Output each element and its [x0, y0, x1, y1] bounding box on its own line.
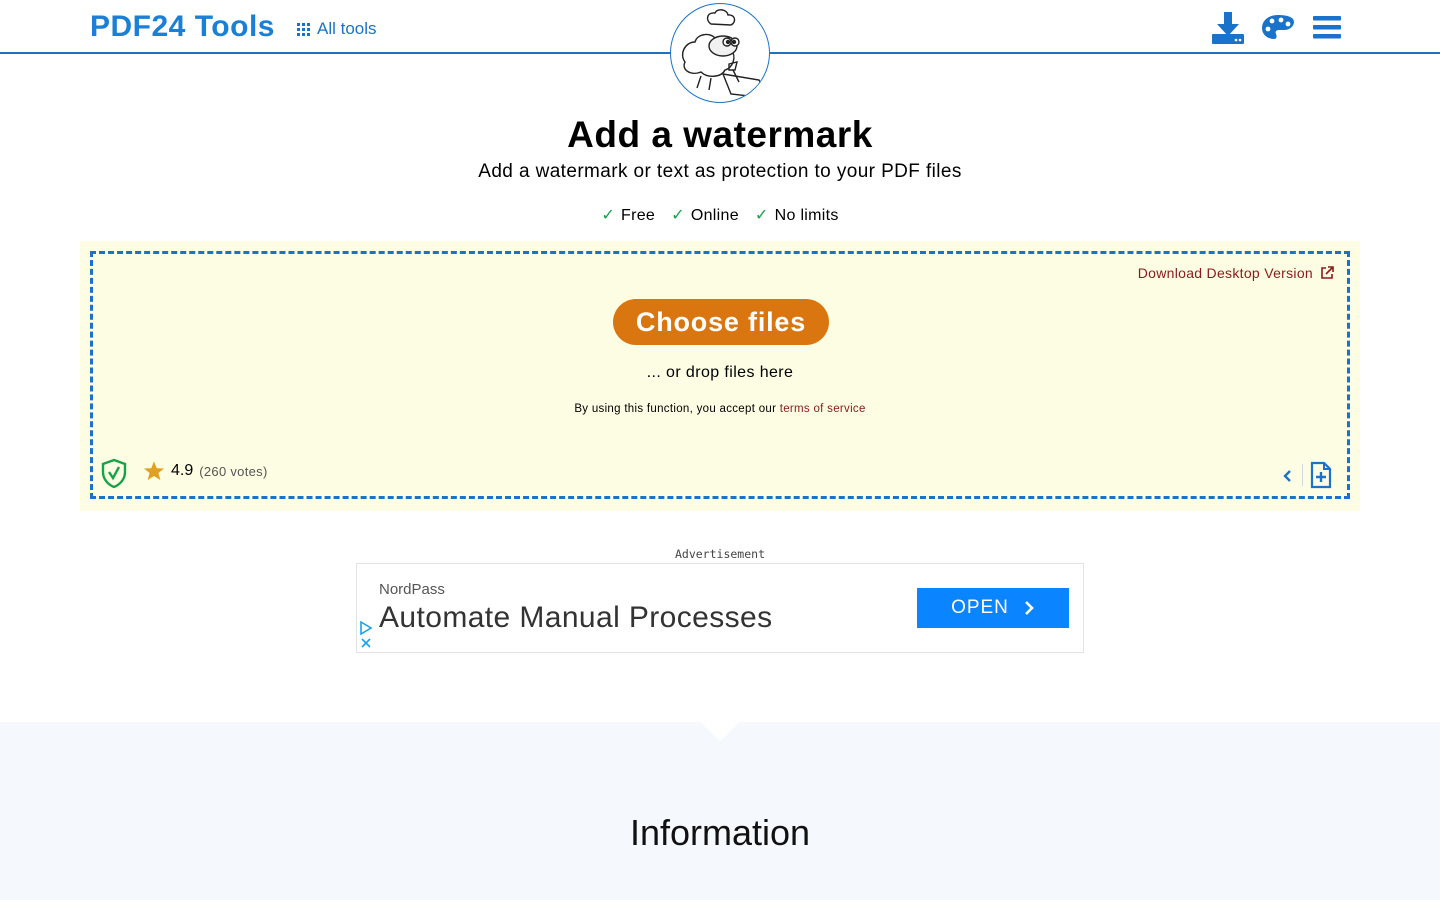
page-title: Add a watermark	[567, 114, 873, 155]
add-file-icon[interactable]	[1309, 461, 1333, 489]
feature-free: ✓ Free	[601, 207, 656, 224]
grid-icon	[297, 22, 310, 36]
terms-of-service-link[interactable]: terms of service	[780, 403, 866, 415]
external-link-icon	[1321, 266, 1334, 279]
star-icon	[143, 461, 165, 481]
feature-list: ✓ Free ✓ Online ✓ No limits	[0, 205, 1440, 225]
ad-brand: NordPass	[379, 581, 445, 598]
rating-votes: (260 votes)	[199, 463, 268, 479]
rating-widget[interactable]: 4.9 (260 votes)	[143, 460, 268, 482]
palette-icon[interactable]	[1260, 10, 1296, 46]
page-subtitle: Add a watermark or text as protection to…	[478, 161, 962, 182]
close-icon[interactable]	[360, 637, 372, 649]
choose-files-button[interactable]: Choose files	[613, 299, 829, 345]
check-icon: ✓	[754, 207, 769, 224]
menu-icon[interactable]	[1310, 10, 1346, 46]
information-section: Information	[0, 721, 1440, 900]
brand-logo-text[interactable]: PDF24 Tools	[90, 10, 275, 44]
ad-headline[interactable]: Automate Manual Processes	[379, 601, 773, 635]
check-icon: ✓	[601, 207, 616, 224]
mascot-logo[interactable]	[670, 3, 770, 103]
chevron-left-icon[interactable]	[1281, 468, 1293, 484]
feature-online: ✓ Online	[671, 207, 739, 224]
chevron-right-icon	[1025, 601, 1034, 615]
download-icon[interactable]	[1210, 10, 1246, 46]
shield-check-icon[interactable]	[101, 458, 127, 488]
advertisement-label: Advertisement	[674, 547, 765, 561]
check-icon: ✓	[671, 207, 685, 224]
feature-no-limits: ✓ No limits	[754, 207, 839, 224]
download-desktop-link[interactable]: Download Desktop Version	[1138, 265, 1334, 281]
ad-choices-icon[interactable]	[359, 621, 373, 635]
sheep-mascot-icon	[681, 9, 769, 99]
ad-banner[interactable]: NordPass Automate Manual Processes OPEN	[356, 563, 1084, 653]
drop-files-hint: ... or drop files here	[646, 364, 794, 381]
file-drop-zone[interactable]: Download Desktop Version Choose files ..…	[90, 251, 1350, 499]
section-notch	[700, 721, 740, 741]
information-title: Information	[629, 812, 811, 853]
upload-area: Download Desktop Version Choose files ..…	[80, 241, 1360, 511]
rating-value: 4.9	[171, 462, 194, 479]
toolbar-divider	[1302, 464, 1303, 486]
all-tools-link[interactable]: All tools	[297, 19, 377, 39]
all-tools-label: All tools	[317, 19, 377, 38]
terms-notice: By using this function, you accept our t…	[574, 403, 866, 415]
ad-open-button[interactable]: OPEN	[917, 588, 1069, 628]
